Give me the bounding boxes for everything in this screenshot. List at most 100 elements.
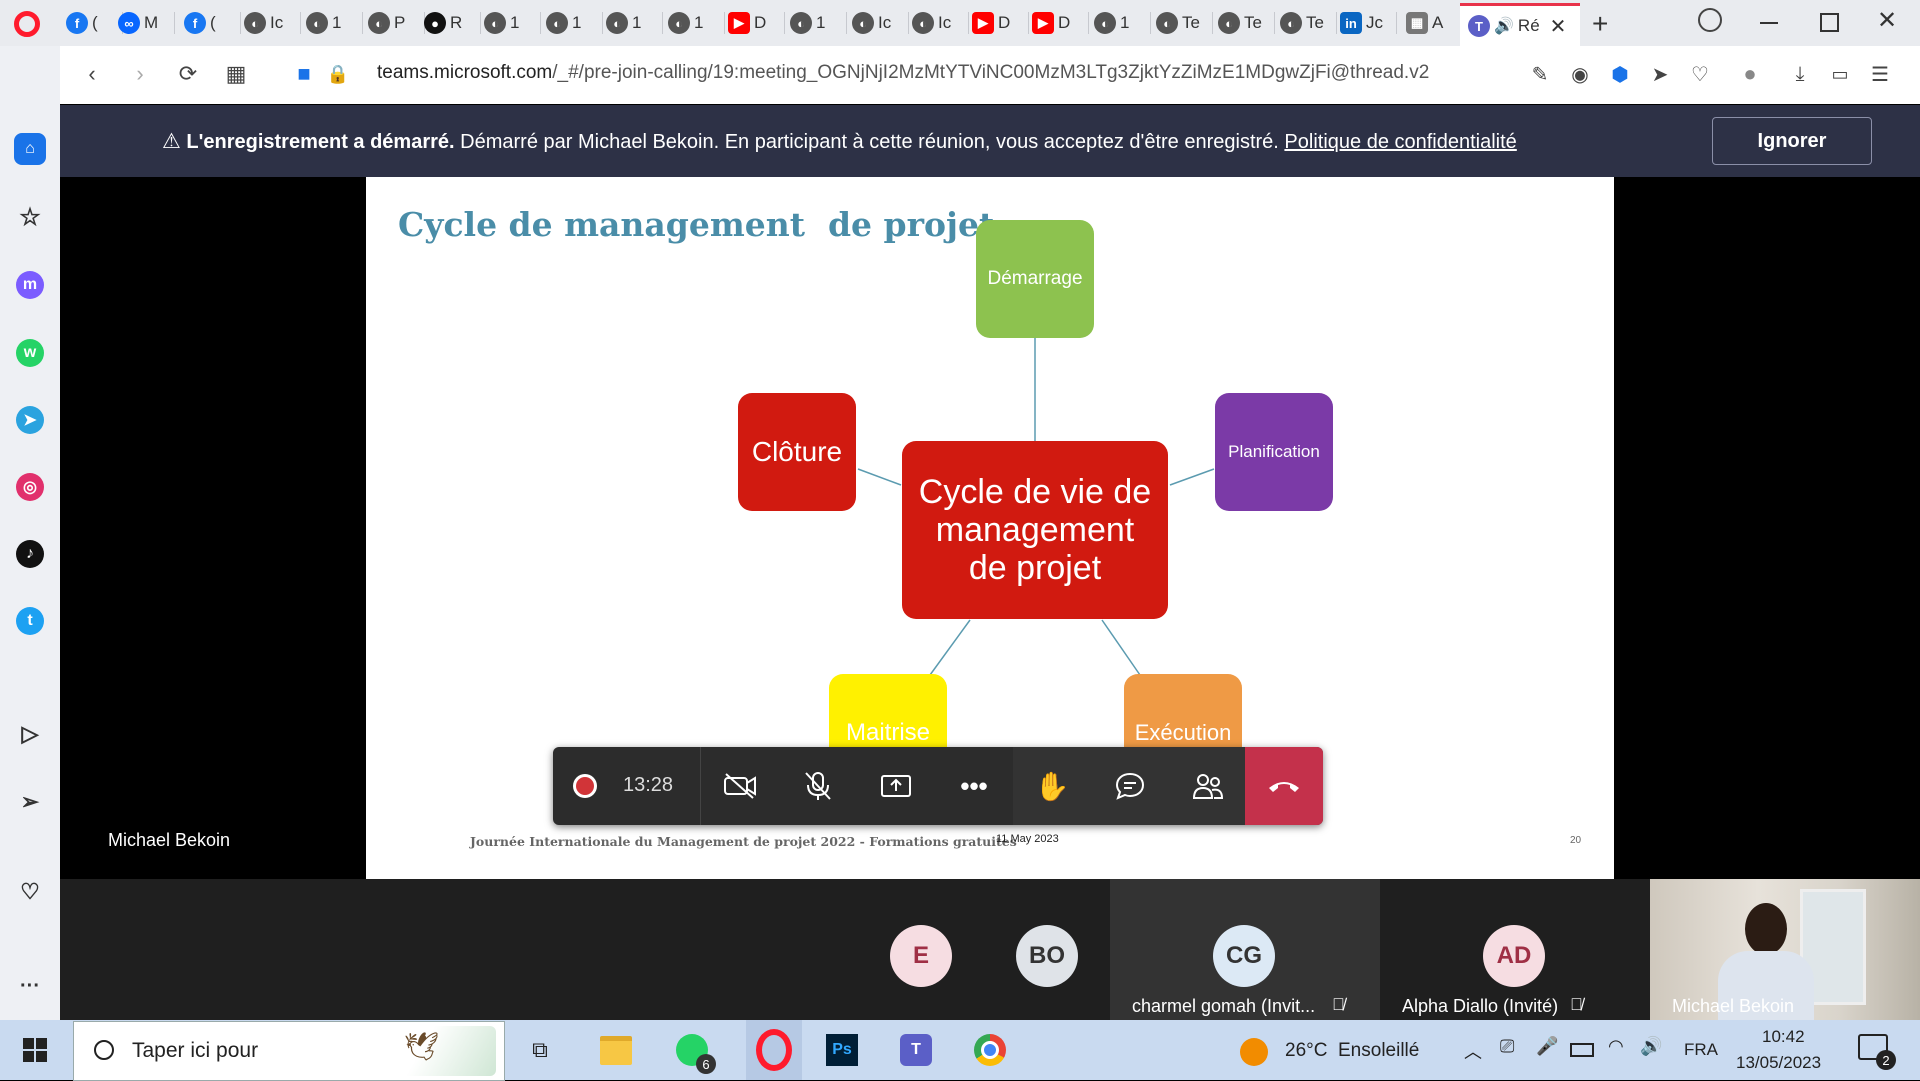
browser-tab[interactable]: ▶ D bbox=[728, 6, 782, 40]
minimize-button[interactable] bbox=[1760, 22, 1778, 24]
microphone-tray-icon[interactable]: 🎤 bbox=[1536, 1036, 1558, 1057]
profile-icon[interactable]: ● bbox=[1736, 60, 1764, 88]
back-icon[interactable]: ‹ bbox=[78, 60, 106, 88]
home-icon[interactable]: ⌂ bbox=[14, 133, 46, 165]
chat-button[interactable] bbox=[1091, 747, 1169, 825]
snapshot-icon[interactable]: ◉ bbox=[1566, 60, 1594, 88]
browser-tab[interactable]: f( bbox=[184, 6, 238, 40]
browser-tab[interactable]: f( bbox=[66, 6, 120, 40]
browser-tab[interactable]: ● R bbox=[424, 6, 478, 40]
browser-tab[interactable]: ▶ D bbox=[972, 6, 1026, 40]
browser-tab[interactable]: ◐ 1 bbox=[546, 6, 600, 40]
browser-tab[interactable]: ◐ Te bbox=[1280, 6, 1334, 40]
teams-taskbar-icon[interactable]: T bbox=[896, 1030, 936, 1070]
raise-hand-button[interactable]: ✋ bbox=[1013, 747, 1091, 825]
browser-tab[interactable]: ◐ 1 bbox=[790, 6, 844, 40]
hang-up-button[interactable] bbox=[1245, 747, 1323, 825]
tab-label: 1 bbox=[632, 13, 642, 32]
camera-off-button[interactable] bbox=[701, 747, 779, 825]
telegram-icon[interactable]: ➤ bbox=[16, 406, 44, 434]
close-tab-icon[interactable]: ✕ bbox=[1550, 14, 1567, 39]
sidebar-heart-icon[interactable]: ♡ bbox=[14, 876, 46, 908]
close-window-button[interactable]: ✕ bbox=[1877, 6, 1897, 35]
participant-tile[interactable]: CG charmel gomah (Invit... 🎙̸ bbox=[1110, 879, 1380, 1020]
chrome-icon[interactable] bbox=[970, 1030, 1010, 1070]
browser-tab[interactable]: ◐ Ic bbox=[852, 6, 906, 40]
easy-setup-menu-icon[interactable]: ☰ bbox=[1866, 60, 1894, 88]
banner-message: Démarré par Michael Bekoin. En participa… bbox=[460, 131, 1279, 153]
participant-avatar[interactable]: AD bbox=[1483, 925, 1545, 987]
show-hidden-icons-chevron-icon[interactable]: ︿ bbox=[1464, 1038, 1482, 1064]
tab-separator bbox=[602, 12, 603, 34]
browser-tab[interactable]: ∞ M bbox=[118, 6, 172, 40]
browser-tab[interactable]: ◐ Ic bbox=[244, 6, 298, 40]
battery-saver-icon[interactable]: ▭ bbox=[1826, 60, 1854, 88]
taskbar-search[interactable]: Taper ici pour 🕊 bbox=[73, 1021, 505, 1081]
whatsapp-taskbar-icon[interactable]: 6 bbox=[672, 1030, 716, 1074]
forward-icon[interactable]: › bbox=[126, 60, 154, 88]
browser-tab[interactable]: ◐ 1 bbox=[484, 6, 538, 40]
clock-date[interactable]: 13/05/2023 bbox=[1736, 1053, 1821, 1073]
search-placeholder: Taper ici pour bbox=[132, 1039, 259, 1062]
more-icon[interactable]: ··· bbox=[14, 970, 46, 1002]
flow-send-icon[interactable]: ➢ bbox=[14, 786, 46, 818]
weather-text[interactable]: 26°C Ensoleillé bbox=[1285, 1040, 1419, 1062]
bookmarks-star-icon[interactable]: ☆ bbox=[14, 201, 46, 233]
opera-logo-icon[interactable] bbox=[14, 11, 40, 37]
camera-permission-icon[interactable]: ■ bbox=[290, 60, 318, 88]
share-screen-button[interactable] bbox=[857, 747, 935, 825]
url-field[interactable]: teams.microsoft.com/_#/pre-join-calling/… bbox=[377, 62, 1429, 84]
browser-tab[interactable]: ◐ 1 bbox=[306, 6, 360, 40]
browser-tab[interactable]: ▶ D bbox=[1032, 6, 1086, 40]
vpn-shield-icon[interactable]: ⬢ bbox=[1606, 60, 1634, 88]
globe-icon: ◐ bbox=[368, 12, 390, 34]
task-view-icon[interactable]: ⧉ bbox=[520, 1030, 560, 1070]
player-icon[interactable]: ▷ bbox=[14, 718, 46, 750]
mic-off-button[interactable] bbox=[779, 747, 857, 825]
new-tab-button[interactable]: + bbox=[1592, 8, 1608, 40]
opera-taskbar-icon[interactable] bbox=[746, 1020, 802, 1080]
facebook-icon: f bbox=[66, 12, 88, 34]
photoshop-icon[interactable]: Ps bbox=[822, 1030, 862, 1070]
download-icon[interactable]: ⤓ bbox=[1786, 60, 1814, 88]
privacy-link[interactable]: Politique de confidentialité bbox=[1284, 131, 1516, 153]
language-indicator[interactable]: FRA bbox=[1684, 1040, 1718, 1060]
participant-avatar[interactable]: E bbox=[890, 925, 952, 987]
meet-now-icon[interactable]: ⎚ bbox=[1500, 1036, 1514, 1057]
reload-icon[interactable]: ⟳ bbox=[174, 60, 202, 88]
browser-tab[interactable]: ◐ 1 bbox=[606, 6, 660, 40]
browser-tab[interactable]: ◐ 1 bbox=[668, 6, 722, 40]
wifi-icon[interactable]: ◠ bbox=[1608, 1036, 1624, 1057]
messenger-icon[interactable]: m bbox=[16, 271, 44, 299]
participant-avatar[interactable]: BO bbox=[1016, 925, 1078, 987]
search-tabs-icon[interactable] bbox=[1698, 8, 1722, 32]
volume-icon[interactable]: 🔊 bbox=[1640, 1036, 1662, 1057]
browser-tab[interactable]: ◐ P bbox=[368, 6, 422, 40]
whatsapp-icon[interactable]: w bbox=[16, 339, 44, 367]
tab-label: 1 bbox=[816, 13, 826, 32]
tabs-grid-icon[interactable]: ▦ bbox=[222, 60, 250, 88]
restore-button[interactable] bbox=[1820, 13, 1839, 32]
battery-icon[interactable] bbox=[1570, 1043, 1594, 1057]
easy-setup-icon[interactable]: ✎ bbox=[1526, 60, 1554, 88]
heart-icon[interactable]: ♡ bbox=[1686, 60, 1714, 88]
browser-tab[interactable]: ◐ Te bbox=[1218, 6, 1272, 40]
browser-tab[interactable]: ◐ 1 bbox=[1094, 6, 1148, 40]
browser-tab[interactable]: ◐ Te bbox=[1156, 6, 1210, 40]
people-button[interactable] bbox=[1169, 747, 1247, 825]
instagram-icon[interactable]: ◎ bbox=[16, 473, 44, 501]
browser-tab[interactable]: ▦ A bbox=[1406, 6, 1460, 40]
ignore-button[interactable]: Ignorer bbox=[1712, 117, 1872, 165]
self-video-tile[interactable]: Michael Bekoin bbox=[1650, 879, 1920, 1021]
clock-time[interactable]: 10:42 bbox=[1762, 1027, 1805, 1047]
browser-tab[interactable]: in Jc bbox=[1340, 6, 1394, 40]
tab-teams-active[interactable]: T 🔊 Ré ✕ bbox=[1460, 3, 1580, 46]
tiktok-icon[interactable]: ♪ bbox=[16, 540, 44, 568]
twitter-icon[interactable]: t bbox=[16, 607, 44, 635]
send-icon[interactable]: ➤ bbox=[1646, 60, 1674, 88]
url-path: /_#/pre-join-calling/19:meeting_OGNjNjI2… bbox=[552, 62, 1430, 83]
file-explorer-icon[interactable] bbox=[596, 1030, 636, 1070]
more-actions-button[interactable]: ••• bbox=[935, 747, 1013, 825]
browser-tab[interactable]: ◐ Ic bbox=[912, 6, 966, 40]
windows-start-icon[interactable] bbox=[15, 1030, 55, 1070]
